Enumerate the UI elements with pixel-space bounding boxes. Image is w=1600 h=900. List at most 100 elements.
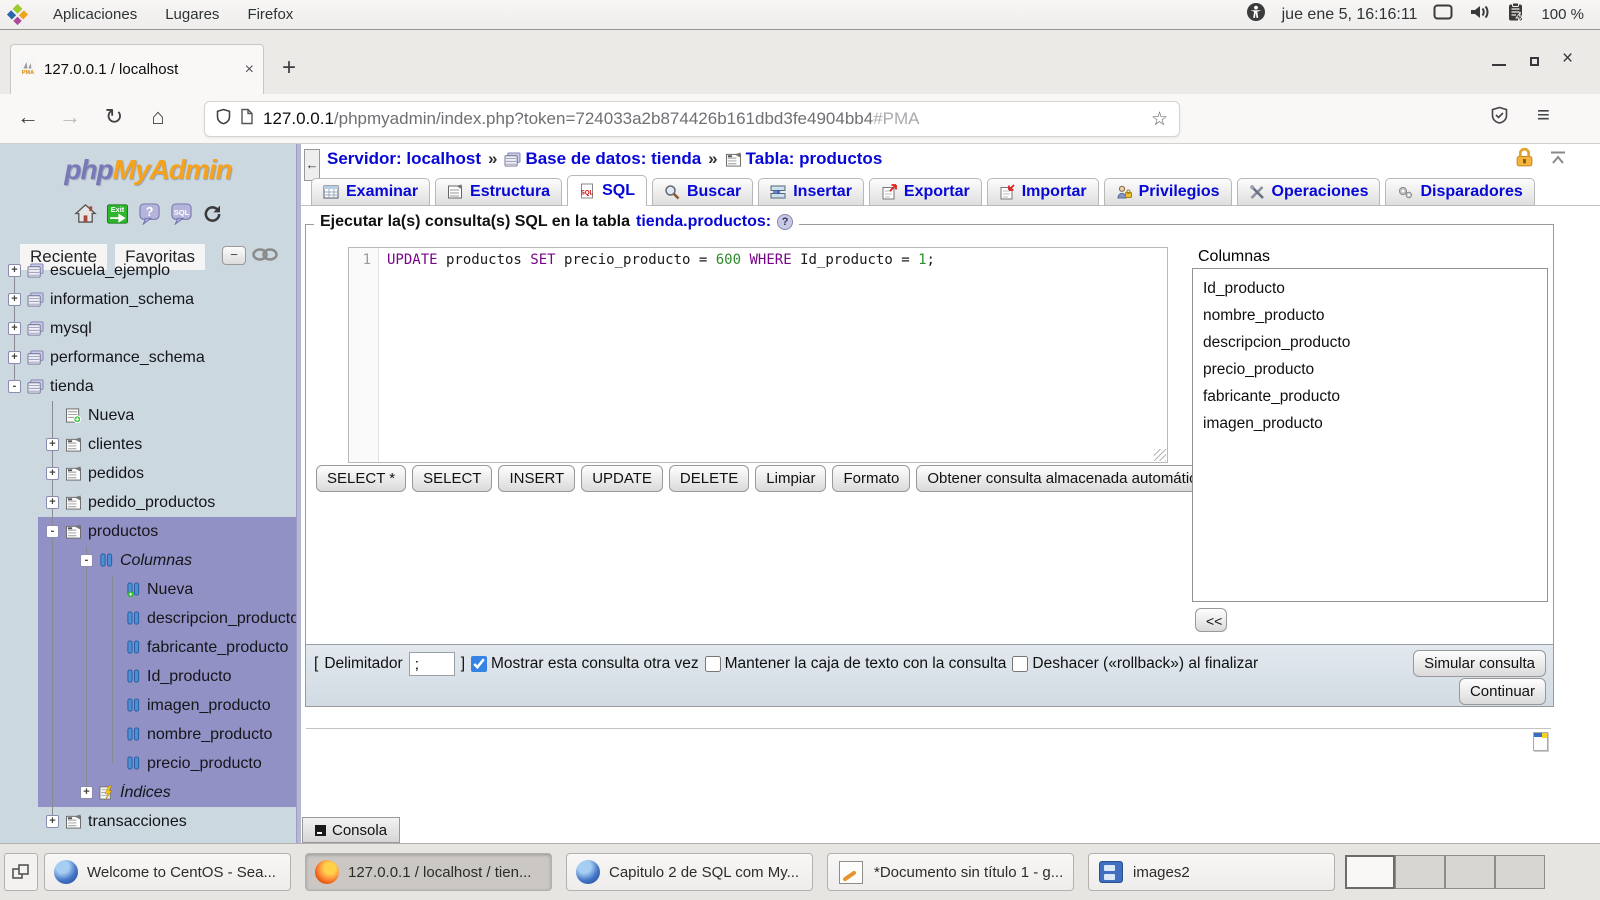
window-minimize-button[interactable] [1492,54,1506,66]
clock[interactable]: jue ene 5, 16:16:11 [1282,6,1418,24]
taskbar-window-welcome-to-centos-sea[interactable]: Welcome to CentOS - Sea... [44,853,291,891]
tab-sql[interactable]: SQLSQL [567,175,647,206]
tab-close-icon[interactable]: × [245,61,254,79]
display-icon[interactable] [1433,4,1453,26]
checkbox-input[interactable] [471,656,487,672]
window-maximize-button[interactable] [1530,57,1539,66]
simulate-query-button[interactable]: Simular consulta [1413,650,1546,677]
phpmyadmin-logo[interactable]: phpMyAdmin [0,154,296,186]
breadcrumb-item-servidor-localhost[interactable]: Servidor: localhost [327,149,481,169]
sql-code-line[interactable]: UPDATE productos SET precio_producto = 6… [379,248,935,462]
tree-item-tienda[interactable]: -tienda [0,372,296,401]
workspace-3[interactable] [1445,855,1495,889]
query-button-select[interactable]: SELECT * [316,465,406,492]
column-option-imagen-producto[interactable]: imagen_producto [1193,410,1547,437]
topbar-menu-firefox[interactable]: Firefox [247,6,293,23]
tree-expander[interactable]: + [8,264,21,277]
new-tab-button[interactable]: + [282,54,296,82]
column-option-descripcion-producto[interactable]: descripcion_producto [1193,329,1547,356]
forward-button[interactable]: → [56,104,84,130]
refresh-icon[interactable] [202,204,223,224]
tree-expander[interactable]: + [46,438,59,451]
option-checkbox-deshacer-rollback-al-finalizar[interactable]: Deshacer («rollback») al finalizar [1012,655,1258,673]
tree-expander[interactable]: + [46,496,59,509]
tree-item-id-producto[interactable]: Id_producto [0,662,296,691]
back-button[interactable]: ← [14,104,42,130]
tree-item-productos[interactable]: -productos [0,517,296,546]
tab-privilegios[interactable]: Privilegios [1104,178,1232,206]
tree-item-descripcion-producto[interactable]: descripcion_producto [0,604,296,633]
reload-button[interactable]: ↻ [100,104,128,130]
help-bubble-icon[interactable]: ? [138,202,161,225]
option-checkbox-mantener-la-caja-de-texto-con-la-consulta[interactable]: Mantener la caja de texto con la consult… [705,655,1007,673]
continue-button[interactable]: Continuar [1459,678,1546,705]
tree-item-information-schema[interactable]: +information_schema [0,285,296,314]
column-option-fabricante-producto[interactable]: fabricante_producto [1193,383,1547,410]
tab-disparadores[interactable]: Disparadores [1385,178,1534,206]
tab-examinar[interactable]: Examinar [311,178,430,206]
page-info-icon[interactable] [240,108,254,130]
shield-icon[interactable] [216,108,231,130]
tree-item-columnas[interactable]: -Columnas [0,546,296,575]
tab-buscar[interactable]: Buscar [652,178,753,206]
query-button-insert[interactable]: INSERT [498,465,575,492]
tab-estructura[interactable]: Estructura [435,178,562,206]
tab-operaciones[interactable]: Operaciones [1237,178,1381,206]
tree-item-nueva[interactable]: Nueva [0,575,296,604]
tab-importar[interactable]: Importar [987,178,1099,206]
open-new-window-icon[interactable] [1533,732,1548,751]
menu-hamburger-icon[interactable]: ≡ [1537,102,1550,128]
sql-editor[interactable]: 1 UPDATE productos SET precio_producto =… [348,247,1168,463]
tree-expander[interactable]: + [8,322,21,335]
home-button[interactable]: ⌂ [144,104,172,130]
column-option-nombre-producto[interactable]: nombre_producto [1193,302,1547,329]
tree-item-fabricante-producto[interactable]: fabricante_producto [0,633,296,662]
legend-table-link[interactable]: tienda.productos: [636,213,771,231]
tree-expander[interactable]: - [46,525,59,538]
tree-item-clientes[interactable]: +clientes [0,430,296,459]
console-bar[interactable]: Consola [302,817,400,843]
help-icon[interactable]: ? [777,214,793,230]
collapse-top-icon[interactable] [1549,150,1567,171]
workspace-2[interactable] [1395,855,1445,889]
volume-icon[interactable] [1469,3,1491,26]
url-bar[interactable]: 127.0.0.1/phpmyadmin/index.php?token=724… [204,101,1180,137]
taskbar-window-127-0-0-1-localhost-tien[interactable]: 127.0.0.1 / localhost / tien... [305,853,552,891]
battery-icon[interactable] [1507,2,1525,27]
tree-item-nombre-producto[interactable]: nombre_producto [0,720,296,749]
tab-exportar[interactable]: Exportar [869,178,982,206]
tree-item-precio-producto[interactable]: precio_producto [0,749,296,778]
tree-item-mysql[interactable]: +mysql [0,314,296,343]
tree-expander[interactable]: - [80,554,93,567]
query-button-delete[interactable]: DELETE [669,465,749,492]
breadcrumb-item-tabla-productos[interactable]: Tabla: productos [725,149,883,169]
workspace-4[interactable] [1495,855,1545,889]
columns-listbox[interactable]: Id_productonombre_productodescripcion_pr… [1192,268,1548,602]
bookmark-star-icon[interactable]: ☆ [1151,108,1168,131]
checkbox-input[interactable] [1012,656,1028,672]
home-icon[interactable] [74,203,97,224]
tree-expander[interactable]: - [8,380,21,393]
topbar-menu-lugares[interactable]: Lugares [165,6,219,23]
query-button-formato[interactable]: Formato [832,465,910,492]
tab-insertar[interactable]: Insertar [758,178,864,206]
protections-shield-icon[interactable] [1490,106,1509,130]
checkbox-input[interactable] [705,656,721,672]
window-close-button[interactable]: × [1562,53,1576,67]
option-checkbox-mostrar-esta-consulta-otra-vez[interactable]: Mostrar esta consulta otra vez [471,655,699,673]
tree-item-escuela-ejemplo[interactable]: +escuela_ejemplo [0,262,296,285]
tree-item-imagen-producto[interactable]: imagen_producto [0,691,296,720]
browser-tab[interactable]: PMA 127.0.0.1 / localhost × [10,44,264,94]
tree-item-nueva[interactable]: Nueva [0,401,296,430]
column-option-precio-producto[interactable]: precio_producto [1193,356,1547,383]
insert-column-button[interactable]: << [1195,608,1227,632]
tree-item-transacciones[interactable]: +transacciones [0,807,296,836]
editor-resize-handle[interactable] [1154,449,1166,461]
breadcrumb-item-base-de-datos-tienda[interactable]: Base de datos: tienda [504,149,701,169]
tree-expander[interactable]: + [8,351,21,364]
tree-expander[interactable]: + [46,815,59,828]
column-option-id-producto[interactable]: Id_producto [1193,275,1547,302]
tree-item-ndices[interactable]: +Índices [0,778,296,807]
sql-bubble-icon[interactable]: SQL [170,202,193,225]
tree-item-performance-schema[interactable]: +performance_schema [0,343,296,372]
